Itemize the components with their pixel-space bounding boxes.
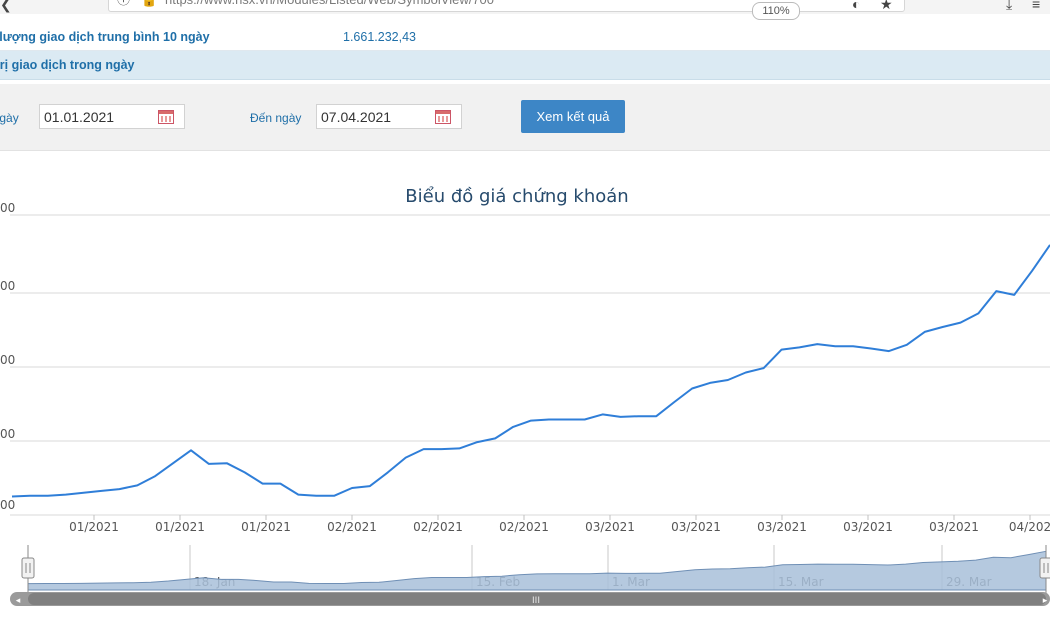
navigator-right-handle[interactable] [1039,557,1050,579]
x-axis-labels: 01/2021 01/2021 01/2021 02/2021 02/2021 02/20… [69,515,1050,534]
avg-volume-label: Khối lượng giao dịch trung bình 10 ngày [0,30,210,44]
url-text: https://www.hsx.vn/Modules/Listed/Web/Sy… [165,0,494,11]
to-date-value: 07.04.2021 [321,109,392,125]
calendar-icon[interactable] [158,110,174,124]
scroll-right-arrow-icon[interactable]: ▸ [1043,596,1048,606]
info-icon[interactable]: ⓘ [117,0,130,11]
x-tick-label: 01/2021 [241,520,291,534]
to-date-label: Đến ngày [250,111,302,125]
navigator-left-handle[interactable] [21,557,35,579]
view-results-button[interactable]: Xem kết quả [521,100,625,133]
x-tick-label: 03/2021 [757,520,807,534]
scrollbar-grip-icon: III [532,596,540,606]
x-tick-label: 02/2021 [499,520,549,534]
from-date-field[interactable]: 01.01.2021 [39,104,185,129]
back-arrow-icon[interactable]: ❮ [0,0,12,13]
y-tick-label: 00 [0,427,15,441]
x-tick-label: 03/2021 [671,520,721,534]
reader-icon[interactable]: ◐ [852,0,860,12]
avg-volume-row: Khối lượng giao dịch trung bình 10 ngày … [0,22,1050,51]
y-tick-label: 00 [0,279,15,293]
y-tick-label: 00 [0,353,15,367]
x-tick-label: 02/2021 [413,520,463,534]
zoom-level-badge[interactable]: 110% [752,2,800,20]
from-date-label: Từ ngày [0,111,19,125]
chart-scrollbar[interactable]: III ◂ ▸ [10,592,1050,606]
x-tick-label: 03/2021 [585,520,635,534]
trade-value-row[interactable]: Giá trị giao dịch trong ngày [0,51,1050,80]
price-series-line [11,244,1050,498]
range-navigator[interactable]: 18. Jan15. Feb1. Mar15. Mar29. Mar [21,545,1050,595]
menu-icon[interactable]: ≡ [1032,0,1040,12]
to-date-field[interactable]: 07.04.2021 [316,104,462,129]
from-date-value: 01.01.2021 [44,109,115,125]
chart-title: Biểu đồ giá chứng khoán [405,186,628,207]
x-tick-label: 03/2021 [929,520,979,534]
y-tick-label: 00 [0,498,15,512]
bookmark-icon[interactable]: ★ [880,0,893,13]
download-icon[interactable]: ⤓ [1006,0,1012,13]
browser-toolbar: ❮ ⓘ 🔒 https://www.hsx.vn/Modules/Listed/… [0,0,1050,20]
lock-icon: 🔒 [141,0,157,11]
price-chart: Biểu đồ giá chứng khoán 00 00 00 00 00 01/20… [0,186,1050,606]
x-tick-label: 03/2021 [843,520,893,534]
x-tick-label: 02/2021 [327,520,377,534]
grid-lines [10,214,1050,516]
scroll-left-arrow-icon[interactable]: ◂ [16,596,21,606]
x-tick-label: 04/202 [1009,520,1050,534]
date-filter-bar: Từ ngày 01.01.2021 Đến ngày 07.04.2021 X… [0,84,1050,151]
x-tick-label: 01/2021 [155,520,205,534]
avg-volume-value: 1.661.232,43 [343,30,416,44]
x-tick-label: 01/2021 [69,520,119,534]
calendar-icon[interactable] [435,110,451,124]
y-axis-labels: 00 00 00 00 00 [0,201,15,512]
trade-value-label: Giá trị giao dịch trong ngày [0,58,135,72]
y-tick-label: 00 [0,201,15,215]
